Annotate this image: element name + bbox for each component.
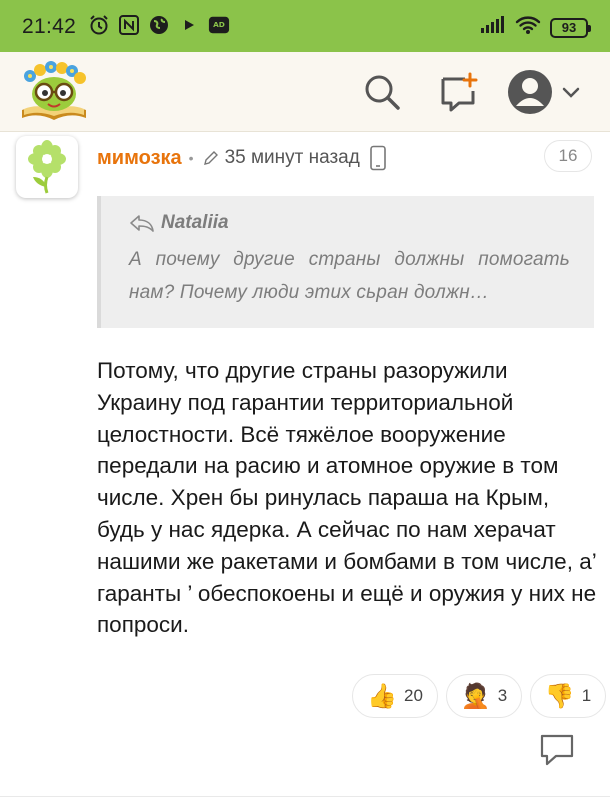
alarm-icon xyxy=(88,14,110,36)
pencil-icon xyxy=(203,150,219,166)
app-header xyxy=(0,52,610,132)
owl-book-logo[interactable] xyxy=(16,60,92,124)
play-icon xyxy=(178,14,200,36)
search-button[interactable] xyxy=(358,68,406,116)
comment-number-badge: 16 xyxy=(544,140,592,172)
thumbs-down-icon: 👎 xyxy=(544,682,575,710)
comment-time: 35 минут назад xyxy=(224,147,360,168)
signal-icon xyxy=(480,15,506,40)
status-time: 21:42 xyxy=(22,15,77,38)
reaction-count: 20 xyxy=(403,686,423,705)
reaction-facepalm[interactable]: 🤦 3 xyxy=(446,674,522,718)
comment-bubble-icon xyxy=(540,734,574,766)
wifi-icon xyxy=(515,15,541,40)
reply-button[interactable] xyxy=(538,732,576,768)
meta-separator: • xyxy=(188,150,194,166)
status-icons-right: 93 xyxy=(480,15,591,40)
quote-author-row: Nataliia xyxy=(129,212,570,234)
status-icons-left: AD xyxy=(88,14,230,36)
comment-body: Потому, что другие страны разоружили Укр… xyxy=(97,358,597,638)
divider xyxy=(0,796,610,797)
thumbs-up-icon: 👍 xyxy=(367,682,397,710)
reaction-bar: 👍 20 🤦 3 👎 1 xyxy=(352,674,606,718)
commenter-avatar[interactable] xyxy=(16,136,78,198)
nfc-icon xyxy=(118,14,140,36)
battery-icon: 93 xyxy=(550,17,591,38)
user-avatar-icon xyxy=(508,70,552,114)
reaction-thumbs-down[interactable]: 👎 1 xyxy=(530,674,606,718)
reaction-thumbs-up[interactable]: 👍 20 xyxy=(352,674,438,718)
reaction-count: 1 xyxy=(581,686,592,705)
quote-text: А почему другие страны должны помогать н… xyxy=(129,249,570,303)
comment-username[interactable]: мимозка xyxy=(97,147,182,170)
flower-avatar-icon xyxy=(28,140,66,194)
reaction-count: 3 xyxy=(497,686,508,705)
globe-icon xyxy=(148,14,170,36)
chevron-down-icon xyxy=(562,87,580,98)
status-bar: 21:42 AD 93 xyxy=(0,0,610,52)
profile-menu-button[interactable] xyxy=(506,66,586,118)
ad-icon: AD xyxy=(208,14,230,36)
new-message-icon xyxy=(441,72,478,112)
reply-arrow-icon xyxy=(130,215,154,232)
quote-author[interactable]: Nataliia xyxy=(161,212,229,234)
search-icon xyxy=(365,75,400,110)
mobile-icon xyxy=(369,145,387,171)
new-post-button[interactable] xyxy=(434,68,482,116)
quoted-reply[interactable]: Nataliia А почему другие страны должны п… xyxy=(97,196,594,328)
svg-text:AD: AD xyxy=(213,20,225,29)
facepalm-icon: 🤦 xyxy=(460,682,491,710)
comment-meta: мимозка • 35 минут назад xyxy=(97,145,387,171)
